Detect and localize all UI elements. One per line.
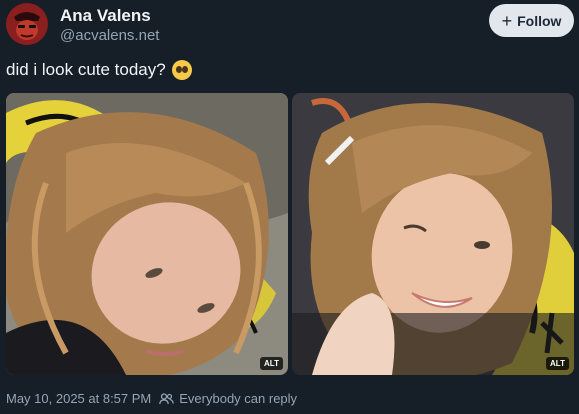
- follow-button[interactable]: + Follow: [489, 4, 574, 37]
- alt-badge[interactable]: ALT: [546, 357, 569, 370]
- people-icon: [159, 392, 175, 404]
- post-image-1[interactable]: ALT: [6, 93, 288, 375]
- author-display-name[interactable]: Ana Valens: [60, 6, 151, 26]
- pleading-face-emoji: [171, 60, 192, 80]
- post-footer: May 10, 2025 at 8:57 PM Everybody can re…: [6, 391, 297, 406]
- alt-badge[interactable]: ALT: [260, 357, 283, 370]
- reply-setting: Everybody can reply: [159, 391, 297, 406]
- post-timestamp[interactable]: May 10, 2025 at 8:57 PM: [6, 391, 151, 406]
- reply-setting-label: Everybody can reply: [179, 391, 298, 406]
- follow-button-label: Follow: [517, 12, 562, 29]
- post-text: did i look cute today?: [6, 60, 192, 80]
- avatar[interactable]: [6, 3, 48, 45]
- plus-icon: +: [501, 10, 513, 31]
- post-text-content: did i look cute today?: [6, 60, 166, 79]
- post-image-2[interactable]: ALT: [292, 93, 574, 375]
- author-handle[interactable]: @acvalens.net: [60, 27, 159, 44]
